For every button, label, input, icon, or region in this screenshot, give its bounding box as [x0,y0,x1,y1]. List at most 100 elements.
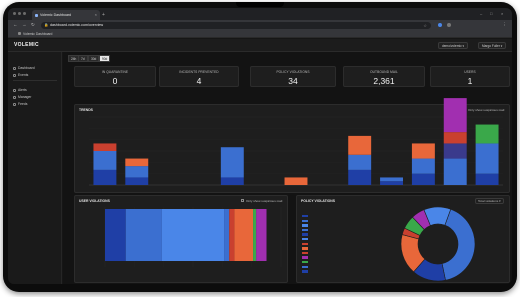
kpi-card-policy-violations[interactable]: POLICY VIOLATIONS 34 [250,66,336,87]
trend-bar-segment [475,173,499,185]
trend-bar-segment [411,143,435,159]
trend-bar-segment [125,158,149,167]
user-violation-segment [256,209,267,261]
sidebar-item-label: Manager [18,95,32,99]
window-close-icon[interactable]: × [501,8,503,20]
tab-close-icon[interactable]: × [95,10,97,20]
url-text: dashboard.volemic.com/overview [50,22,104,27]
workspace-select[interactable]: demo/volemic ▾ [438,42,469,49]
user-violation-segment [105,209,126,261]
sidebar-item-alerts[interactable]: Alerts [13,87,27,93]
trends-chart [89,98,503,186]
kpi-card-outbound-mail[interactable]: OUTBOUND MAIL 2,361 [343,66,425,87]
lock-icon: 🔒 [44,22,49,27]
trend-bar-segment [475,124,499,144]
trend-bar-segment [475,143,499,174]
window-dot[interactable] [18,12,21,15]
bookmark-favicon-icon [18,32,21,35]
kpi-label: USERS [464,70,476,74]
feeds-icon [13,102,16,106]
trend-bar-segment [380,181,404,185]
sidebar-item-dashboard[interactable]: Dashboard [13,65,35,71]
tab-title: Volemic Dashboard [40,13,72,17]
user-violations-panel: USER VIOLATIONS Only show suspicious mai… [74,195,288,283]
policy-violations-panel: POLICY VIOLATIONS Total violations ▾ [296,195,510,283]
user-violation-segment [125,209,162,261]
sidebar-item-label: Dashboard [18,66,35,70]
trend-bar-segment [125,166,149,178]
kpi-label: POLICY VIOLATIONS [276,70,310,74]
range-option-90d[interactable]: 90d [99,55,111,62]
user-violation-segment [229,209,235,261]
sidebar-item-label: Events [18,73,29,77]
reload-icon[interactable]: ↻ [31,20,35,30]
kpi-value: 0 [112,76,118,86]
forward-icon[interactable]: → [22,20,27,30]
sidebar-item-label: Alerts [18,88,27,92]
sidebar-item-feeds[interactable]: Feeds [13,101,27,107]
maximize-icon[interactable]: □ [490,8,492,20]
new-tab-button[interactable]: + [102,10,105,20]
kpi-card-users[interactable]: USERS 1 [430,66,510,87]
user-violations-chart [104,207,282,267]
screen: Volemic Dashboard × + – □ × ← → ↻ 🔒 dash… [8,8,512,284]
profile-icon[interactable] [447,23,451,27]
trend-bar-segment [443,143,467,159]
trend-bar-segment [93,143,117,151]
trend-bar-segment [220,177,244,185]
camera-notch [236,2,284,7]
browser-tab-bar: Volemic Dashboard × + – □ × [8,8,512,20]
user-violation-segment [253,209,257,261]
trend-bar-segment [93,169,117,185]
bookmarks-bar: Volemic Dashboard [8,30,512,38]
app-logo: VOLEMIC [14,42,39,48]
window-dots [13,12,26,15]
kpi-value: 1 [467,76,473,86]
sidebar-item-manager[interactable]: Manager [13,94,31,100]
bookmark-item[interactable]: Volemic Dashboard [18,30,52,38]
kpi-label: OUTBOUND MAIL [370,70,398,74]
trend-bar-segment [348,169,372,185]
extension-icon[interactable] [438,23,442,27]
user-menu[interactable]: Margo Fuller ▾ [478,42,507,49]
trend-bar-segment [443,98,467,133]
trend-bar-segment [220,147,244,178]
sidebar: Dashboard Events Alerts Manager Feeds [8,52,62,284]
window-dot[interactable] [13,12,16,15]
trend-bar-segment [348,135,372,155]
kpi-value: 2,361 [373,76,395,86]
manager-icon [13,95,16,99]
trend-bar-segment [443,158,467,185]
kpi-label: INCIDENTS PREVENTED [179,70,219,74]
sidebar-item-events[interactable]: Events [13,72,28,78]
kpi-card-incidents[interactable]: INCIDENTS PREVENTED 4 [159,66,239,87]
alerts-icon [13,88,16,92]
range-option-7d[interactable]: 7d [78,55,88,62]
kpi-label: IN QUARANTINE [101,70,129,74]
sidebar-item-label: Feeds [18,102,28,106]
trend-bar-segment [380,177,404,182]
trend-bar-segment [411,173,435,185]
browser-menu-icon[interactable]: ⋮ [502,20,507,30]
address-bar: ← → ↻ 🔒 dashboard.volemic.com/overview ☆… [8,20,512,30]
app-header: VOLEMIC demo/volemic ▾ Margo Fuller ▾ [8,39,512,52]
kpi-value: 34 [288,76,298,86]
bookmark-star-icon[interactable]: ☆ [423,22,427,29]
range-option-30d[interactable]: 30d [88,55,100,62]
user-violation-segment [224,209,230,261]
window-dot[interactable] [23,12,26,15]
trend-bar-segment [93,151,117,170]
favicon-icon [35,13,38,17]
trends-panel: TRENDS Only show suspicious mail [74,98,510,193]
url-field[interactable]: 🔒 dashboard.volemic.com/overview ☆ [41,21,431,29]
back-icon[interactable]: ← [13,20,18,30]
trend-bar-segment [284,177,308,185]
bookmark-label: Volemic Dashboard [23,32,53,36]
policy-violations-chart [400,206,476,282]
sidebar-divider [13,80,57,81]
kpi-card-quarantine[interactable]: IN QUARANTINE 0 [74,66,156,87]
browser-tab[interactable]: Volemic Dashboard × [32,10,100,20]
minimize-icon[interactable]: – [480,8,482,20]
kpi-value: 4 [196,76,202,86]
dashboard-icon [13,66,16,70]
